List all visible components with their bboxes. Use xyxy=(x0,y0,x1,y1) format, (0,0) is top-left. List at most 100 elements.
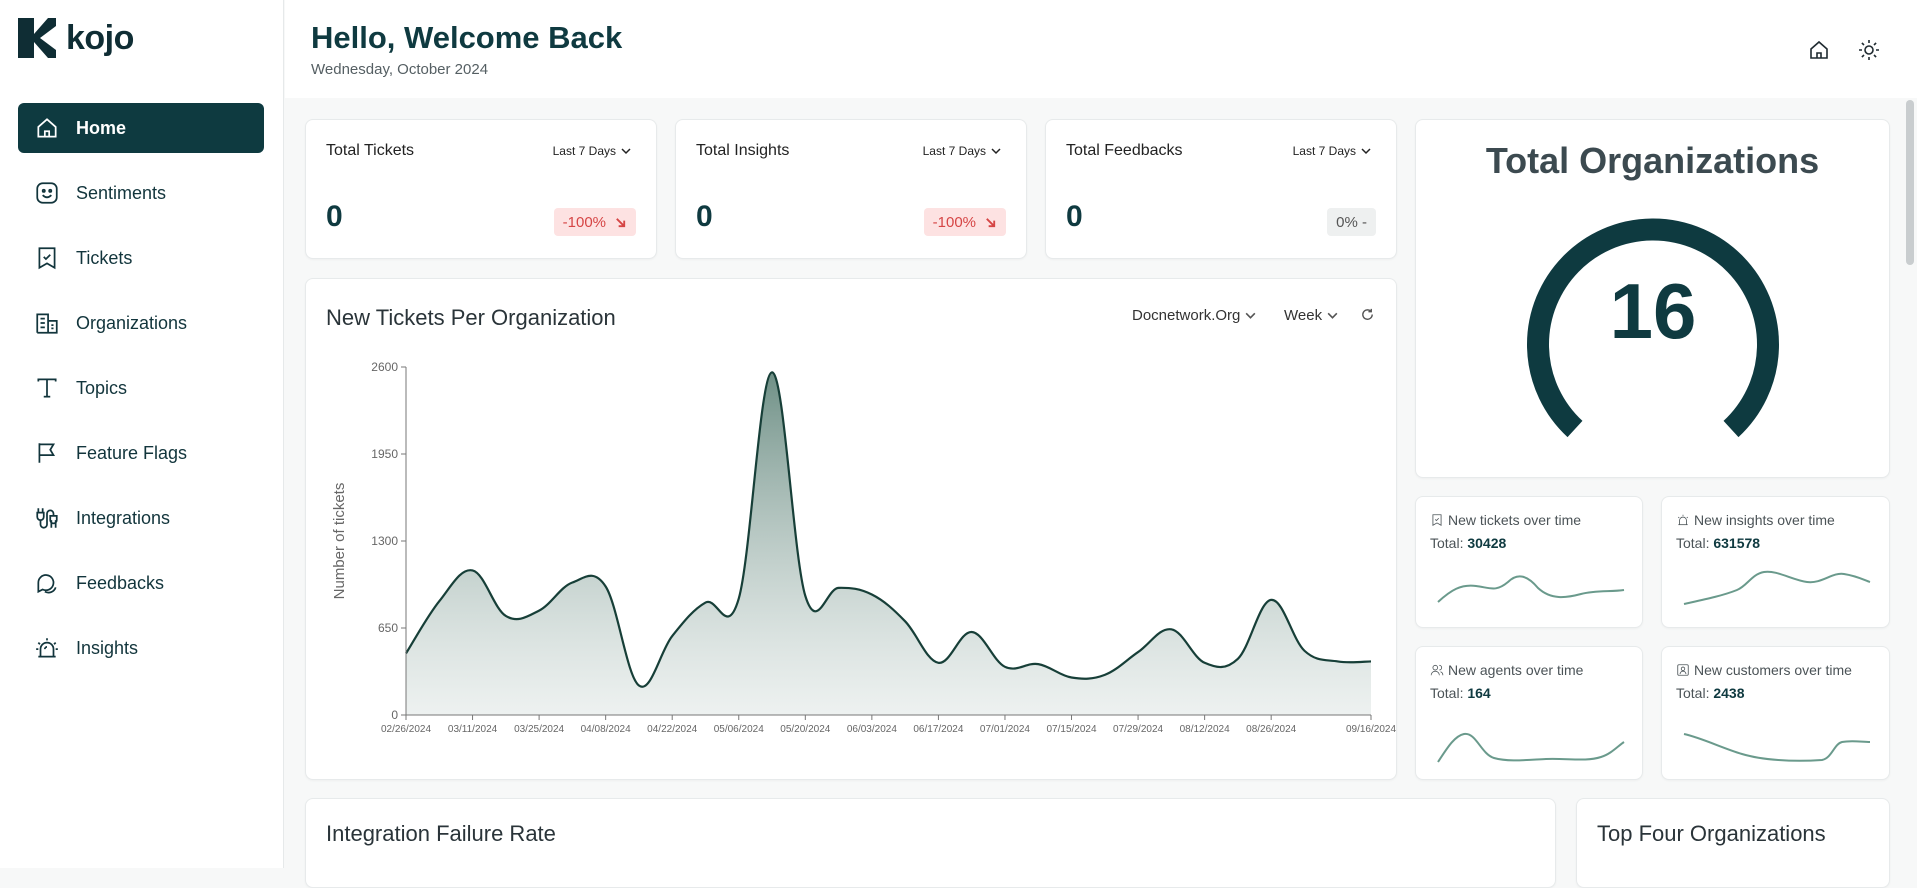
mini-card-title-text: New tickets over time xyxy=(1448,512,1582,528)
chevron-down-icon xyxy=(621,148,631,155)
y-tick-label: 0 xyxy=(391,708,398,722)
x-tick-label: 03/25/2024 xyxy=(514,724,564,735)
sidebar-item-label: Feedbacks xyxy=(76,572,165,593)
mini-card-title: New insights over time xyxy=(1676,512,1835,528)
x-tick-label: 06/17/2024 xyxy=(913,724,963,735)
sidebar-item-label: Sentiments xyxy=(76,182,167,203)
x-tick-label: 08/26/2024 xyxy=(1246,724,1296,735)
mini-card-title-text: New customers over time xyxy=(1694,662,1852,678)
range-dropdown[interactable]: Last 7 Days xyxy=(553,144,632,158)
card-title: Integration Failure Rate xyxy=(326,821,556,846)
change-value: -100% xyxy=(562,213,606,231)
alarm-icon xyxy=(36,638,58,658)
area-fill xyxy=(406,372,1371,715)
chevron-down-icon xyxy=(1361,148,1371,155)
theme-toggle-button[interactable] xyxy=(1855,36,1883,64)
plug-icon xyxy=(36,508,58,529)
sidebar-item-integrations[interactable]: Integrations xyxy=(18,493,264,543)
home-button[interactable] xyxy=(1805,36,1833,64)
integration-failure-rate-card: Integration Failure Rate xyxy=(305,798,1556,888)
x-tick-label: 04/22/2024 xyxy=(647,724,697,735)
mini-card-title-text: New agents over time xyxy=(1448,662,1584,678)
mini-card-new-agents: New agents over time Total: 164 xyxy=(1415,646,1643,780)
brand-logo[interactable]: kojo xyxy=(18,18,134,58)
sidebar-item-label: Feature Flags xyxy=(76,442,188,463)
x-tick-label: 07/15/2024 xyxy=(1046,724,1096,735)
tickets-area-chart: 0 650 1300 1950 2600 02/26/2024 03/11/2024 03/2… xyxy=(331,360,1396,735)
sidebar-nav: Home Sentiments Tickets Organizations To… xyxy=(18,103,264,688)
organizations-gauge: 16 xyxy=(1527,218,1779,438)
sun-icon xyxy=(1859,40,1879,60)
change-badge: 0% - xyxy=(1327,208,1376,236)
page-scrollbar[interactable] xyxy=(1906,100,1914,265)
sidebar-item-tickets[interactable]: Tickets xyxy=(18,233,264,283)
brand-name: kojo xyxy=(66,18,134,57)
sidebar-item-sentiments[interactable]: Sentiments xyxy=(18,168,264,218)
x-tick-label: 09/16/2024 xyxy=(1346,724,1396,735)
range-dropdown[interactable]: Last 7 Days xyxy=(1293,144,1372,158)
contact-icon xyxy=(1677,664,1689,676)
stat-value: 0 xyxy=(696,200,713,233)
mini-card-title: New tickets over time xyxy=(1430,512,1581,528)
chevron-down-icon xyxy=(991,148,1001,155)
x-tick-label: 08/12/2024 xyxy=(1180,724,1230,735)
organizations-count: 16 xyxy=(1610,267,1697,355)
stat-card-total-tickets: Total Tickets Last 7 Days 0 -100% xyxy=(305,119,657,259)
total-value: 30428 xyxy=(1467,535,1507,551)
stat-value: 0 xyxy=(1066,200,1083,233)
x-tick-label: 02/26/2024 xyxy=(381,724,431,735)
flag-icon xyxy=(38,443,56,463)
sparkline xyxy=(1437,732,1625,763)
x-tick-label: 03/11/2024 xyxy=(448,724,498,735)
stat-card-total-feedbacks: Total Feedbacks Last 7 Days 0 0% - xyxy=(1045,119,1397,259)
total-label: Total: xyxy=(1676,685,1710,701)
arrow-down-right-icon xyxy=(616,217,626,227)
sidebar-item-label: Insights xyxy=(76,637,139,658)
stat-title: Total Feedbacks xyxy=(1066,142,1183,159)
mini-card-title: New agents over time xyxy=(1430,662,1583,678)
building-icon xyxy=(36,313,58,334)
smile-icon xyxy=(36,182,58,204)
stat-title: Total Insights xyxy=(696,142,790,159)
x-tick-label: 06/03/2024 xyxy=(847,724,897,735)
total-value: 2438 xyxy=(1713,685,1745,701)
sidebar-item-feedbacks[interactable]: Feedbacks xyxy=(18,558,264,608)
range-label: Last 7 Days xyxy=(1292,144,1356,158)
sidebar-item-feature-flags[interactable]: Feature Flags xyxy=(18,428,264,478)
x-tick-label: 04/08/2024 xyxy=(581,724,631,735)
kojo-logo-icon xyxy=(18,18,56,58)
total-organizations-card: Total Organizations 16 xyxy=(1415,119,1890,478)
sidebar-item-label: Integrations xyxy=(76,507,171,528)
arrow-down-right-icon xyxy=(986,217,996,227)
y-tick-label: 1300 xyxy=(371,534,398,548)
stat-title: Total Tickets xyxy=(326,142,415,159)
mini-card-new-customers: New customers over time Total: 2438 xyxy=(1661,646,1890,780)
sidebar-item-topics[interactable]: Topics xyxy=(18,363,264,413)
range-label: Last 7 Days xyxy=(552,144,616,158)
stat-card-total-insights: Total Insights Last 7 Days 0 -100% xyxy=(675,119,1027,259)
ticket-icon xyxy=(1432,514,1442,526)
new-tickets-chart-card: New Tickets Per Organization Docnetwork.… xyxy=(305,278,1397,780)
stat-value: 0 xyxy=(326,200,343,233)
home-icon xyxy=(37,118,57,138)
total-label: Total: xyxy=(1430,535,1464,551)
total-label: Total: xyxy=(1676,535,1710,551)
alarm-icon xyxy=(1678,514,1688,526)
x-tick-label: 05/06/2024 xyxy=(714,724,764,735)
mini-card-new-insights: New insights over time Total: 631578 xyxy=(1661,496,1890,628)
sidebar-item-label: Organizations xyxy=(76,312,188,333)
y-tick-label: 650 xyxy=(378,621,398,635)
card-title: Top Four Organizations xyxy=(1597,821,1826,846)
mini-card-total: Total: 2438 xyxy=(1676,685,1745,701)
sidebar-item-label: Tickets xyxy=(76,247,133,268)
sparkline xyxy=(1683,733,1871,762)
sidebar: kojo Home Sentiments Tickets Organizatio… xyxy=(0,0,284,868)
total-value: 631578 xyxy=(1713,535,1761,551)
range-label: Last 7 Days xyxy=(922,144,986,158)
users-icon xyxy=(1430,664,1444,676)
range-dropdown[interactable]: Last 7 Days xyxy=(923,144,1002,158)
ticket-icon xyxy=(38,247,56,270)
sidebar-item-home[interactable]: Home xyxy=(18,103,264,153)
sidebar-item-insights[interactable]: Insights xyxy=(18,623,264,673)
sidebar-item-organizations[interactable]: Organizations xyxy=(18,298,264,348)
